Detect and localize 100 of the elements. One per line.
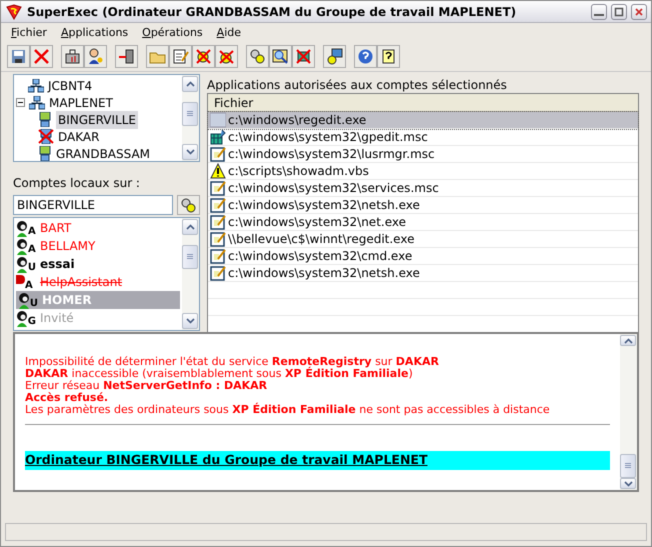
- computer-name[interactable]: GRANDBASSAM: [56, 144, 150, 161]
- file-path: c:\windows\system32\lusrmgr.msc: [228, 146, 435, 163]
- account-name: HelpAssistant: [40, 274, 122, 291]
- collapse-icon[interactable]: [16, 98, 25, 107]
- account-name: BELLAMY: [40, 238, 96, 255]
- user-key-icon: [87, 48, 104, 65]
- scroll-down-button[interactable]: [182, 144, 198, 160]
- menu-item[interactable]: Applications: [60, 25, 128, 40]
- scrollbar[interactable]: [620, 334, 637, 490]
- menu-item[interactable]: Opérations: [142, 25, 203, 40]
- network-cross-icon: [295, 48, 312, 65]
- warning-icon: [210, 163, 226, 179]
- app-row[interactable]: c:\windows\system32\services.msc: [208, 180, 638, 197]
- account-row[interactable]: A BART: [16, 219, 180, 237]
- user-icon: [16, 310, 28, 326]
- scroll-thumb[interactable]: [182, 102, 198, 126]
- notepad-edit-icon: [172, 48, 189, 65]
- log-message: Accès refusé.: [25, 392, 110, 404]
- app-row[interactable]: c:\windows\system32\cmd.exe: [208, 248, 638, 265]
- toolbox-button[interactable]: [61, 45, 84, 68]
- file-path: c:\scripts\showadm.vbs: [228, 163, 369, 180]
- workgroup-name[interactable]: JCBNT4: [48, 76, 92, 94]
- account-row[interactable]: G Invité: [16, 309, 180, 327]
- file-path: c:\windows\system32\net.exe: [228, 214, 406, 231]
- app-row[interactable]: c:\windows\regedit.exe: [208, 112, 638, 129]
- account-name: Invité: [40, 310, 74, 327]
- account-name: essai: [40, 256, 75, 273]
- app-row[interactable]: c:\windows\system32\net.exe: [208, 214, 638, 231]
- user-icon: [18, 292, 30, 308]
- app-row[interactable]: c:\windows\system32\netsh.exe: [208, 265, 638, 282]
- notepad-edit-button[interactable]: [169, 45, 192, 68]
- scroll-down-button[interactable]: [620, 478, 636, 489]
- scroll-up-button[interactable]: [182, 76, 198, 92]
- disabled-user-icon: [16, 274, 25, 284]
- minimize-button[interactable]: [591, 4, 607, 20]
- file-path: c:\windows\system32\gpedit.msc: [228, 129, 428, 146]
- document-edit-icon: [210, 214, 226, 230]
- computer-gear-button[interactable]: [323, 45, 346, 68]
- app-row[interactable]: c:\windows\system32\netsh.exe: [208, 197, 638, 214]
- app-row[interactable]: c:\windows\system32\gpedit.msc: [208, 129, 638, 146]
- app-logo-icon: [5, 4, 23, 20]
- close-icon: [634, 6, 644, 16]
- account-row[interactable]: A BELLAMY: [16, 237, 180, 255]
- minimize-icon: [594, 14, 604, 16]
- account-row[interactable]: A HelpAssistant: [16, 273, 180, 291]
- document-edit-icon: [210, 146, 226, 162]
- magnifier-icon: [272, 48, 289, 65]
- scrollbar[interactable]: [182, 218, 199, 330]
- save-button[interactable]: [7, 45, 30, 68]
- column-header[interactable]: Fichier: [208, 94, 638, 112]
- app-row[interactable]: c:\windows\system32\lusrmgr.msc: [208, 146, 638, 163]
- maximize-button[interactable]: [611, 4, 627, 20]
- file-path: c:\windows\system32\netsh.exe: [228, 265, 420, 282]
- role-letter: U: [30, 298, 38, 308]
- grip-icon: [186, 110, 194, 118]
- toolbox-icon: [64, 48, 81, 65]
- gear-cross-button[interactable]: [215, 45, 238, 68]
- save-icon: [10, 48, 27, 65]
- help-button[interactable]: [354, 45, 377, 68]
- app-row[interactable]: c:\scripts\showadm.vbs: [208, 163, 638, 180]
- scroll-down-button[interactable]: [182, 313, 198, 329]
- refresh-accounts-button[interactable]: [177, 195, 200, 215]
- help-pointer-button[interactable]: [377, 45, 400, 68]
- close-button[interactable]: [631, 4, 647, 20]
- document-edit-icon: [210, 248, 226, 264]
- scroll-thumb[interactable]: [182, 245, 198, 269]
- computer-name[interactable]: BINGERVILLE: [56, 110, 138, 128]
- apps-label: Applications autorisées aux comptes sélectionnés: [207, 77, 508, 93]
- account-row[interactable]: U HOMER: [16, 291, 180, 309]
- role-letter: G: [28, 316, 36, 326]
- document-edit-icon: [210, 231, 226, 247]
- grip-icon: [624, 462, 632, 470]
- user-key-button[interactable]: [84, 45, 107, 68]
- user-icon: [16, 256, 28, 272]
- role-letter: A: [28, 244, 36, 254]
- workgroup-name[interactable]: MAPLENET: [49, 94, 113, 112]
- scroll-up-button[interactable]: [182, 219, 198, 235]
- network-cross-button[interactable]: [292, 45, 315, 68]
- computer-name[interactable]: DAKAR: [58, 128, 100, 146]
- menu-item[interactable]: Aide: [216, 25, 241, 40]
- gear-cross-button[interactable]: [192, 45, 215, 68]
- account-name: HOMER: [42, 292, 92, 309]
- delete-icon: [33, 48, 50, 65]
- scroll-thumb[interactable]: [620, 454, 636, 478]
- gears-button[interactable]: [246, 45, 269, 68]
- help-pointer-icon: [380, 48, 397, 65]
- file-path: \\bellevue\c$\winnt\regedit.exe: [228, 231, 414, 248]
- menu-item[interactable]: Fichier: [11, 25, 47, 40]
- app-row[interactable]: \\bellevue\c$\winnt\regedit.exe: [208, 231, 638, 248]
- help-icon: [357, 48, 374, 65]
- role-letter: U: [28, 262, 36, 272]
- scroll-up-button[interactable]: [620, 335, 636, 346]
- computer-field[interactable]: BINGERVILLE: [13, 195, 174, 215]
- delete-button[interactable]: [30, 45, 53, 68]
- exit-door-button[interactable]: [115, 45, 138, 68]
- role-letter: A: [28, 226, 36, 236]
- account-row[interactable]: U essai: [16, 255, 180, 273]
- magnifier-button[interactable]: [269, 45, 292, 68]
- scrollbar[interactable]: [182, 75, 199, 161]
- network-icon: [29, 96, 45, 110]
